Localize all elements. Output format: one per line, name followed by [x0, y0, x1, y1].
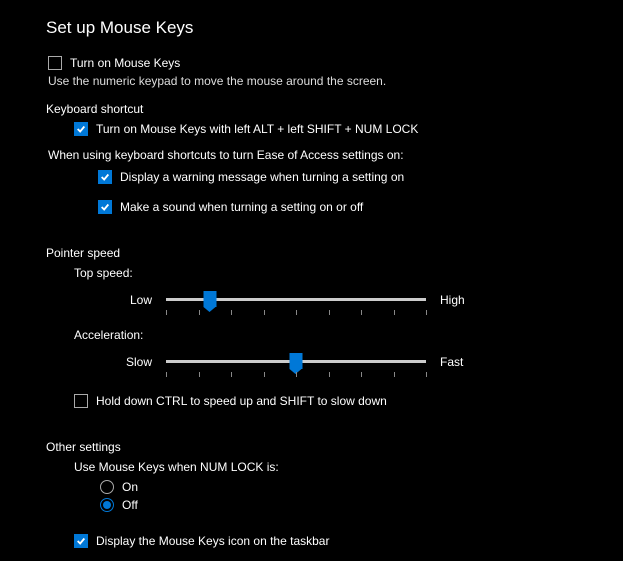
taskbar-label: Display the Mouse Keys icon on the taskb… [96, 534, 329, 548]
check-icon [76, 124, 86, 134]
other-settings-header: Other settings [46, 440, 623, 454]
turn-on-mouse-keys-label: Turn on Mouse Keys [70, 56, 180, 70]
numlock-label: Use Mouse Keys when NUM LOCK is: [74, 460, 623, 474]
numlock-off-row: Off [100, 498, 623, 512]
numlock-off-radio[interactable] [100, 498, 114, 512]
enable-shortcut-checkbox[interactable] [74, 122, 88, 136]
top-speed-label: Top speed: [74, 266, 623, 280]
slider-ticks [166, 372, 426, 378]
acceleration-label: Acceleration: [74, 328, 623, 342]
warning-row: Display a warning message when turning a… [98, 170, 623, 184]
turn-on-desc: Use the numeric keypad to move the mouse… [48, 74, 623, 88]
numlock-on-label: On [122, 480, 138, 494]
warning-label: Display a warning message when turning a… [120, 170, 404, 184]
numlock-off-label: Off [122, 498, 138, 512]
check-icon [100, 202, 110, 212]
acceleration-low: Slow [74, 355, 166, 369]
turn-on-mouse-keys-row: Turn on Mouse Keys [48, 56, 623, 70]
check-icon [76, 536, 86, 546]
acceleration-slider-row: Slow Fast [74, 352, 623, 372]
page-title: Set up Mouse Keys [46, 18, 623, 38]
acceleration-high: Fast [426, 355, 518, 369]
top-speed-slider-row: Low High [74, 290, 623, 310]
sound-label: Make a sound when turning a setting on o… [120, 200, 363, 214]
top-speed-low: Low [74, 293, 166, 307]
turn-on-mouse-keys-checkbox[interactable] [48, 56, 62, 70]
warning-checkbox[interactable] [98, 170, 112, 184]
acceleration-thumb[interactable] [290, 353, 303, 369]
enable-shortcut-row: Turn on Mouse Keys with left ALT + left … [74, 122, 623, 136]
numlock-on-row: On [100, 480, 623, 494]
sound-row: Make a sound when turning a setting on o… [98, 200, 623, 214]
taskbar-row: Display the Mouse Keys icon on the taskb… [74, 534, 623, 548]
sound-checkbox[interactable] [98, 200, 112, 214]
numlock-on-radio[interactable] [100, 480, 114, 494]
ctrl-shift-checkbox[interactable] [74, 394, 88, 408]
enable-shortcut-label: Turn on Mouse Keys with left ALT + left … [96, 122, 418, 136]
top-speed-high: High [426, 293, 518, 307]
slider-ticks [166, 310, 426, 316]
top-speed-thumb[interactable] [204, 291, 217, 307]
pointer-speed-header: Pointer speed [46, 246, 623, 260]
top-speed-slider[interactable] [166, 290, 426, 310]
taskbar-checkbox[interactable] [74, 534, 88, 548]
check-icon [100, 172, 110, 182]
ctrl-shift-row: Hold down CTRL to speed up and SHIFT to … [74, 394, 623, 408]
acceleration-slider[interactable] [166, 352, 426, 372]
keyboard-shortcut-header: Keyboard shortcut [46, 102, 623, 116]
ctrl-shift-label: Hold down CTRL to speed up and SHIFT to … [96, 394, 387, 408]
shortcut-intro: When using keyboard shortcuts to turn Ea… [48, 148, 623, 162]
